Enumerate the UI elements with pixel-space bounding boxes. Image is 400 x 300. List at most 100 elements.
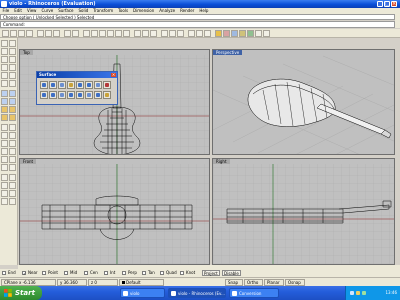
undo-icon[interactable]: [64, 30, 71, 37]
copy-object-icon[interactable]: [1, 132, 8, 139]
print-icon[interactable]: [26, 30, 33, 37]
shaded-icon[interactable]: [169, 30, 176, 37]
perspective-view-icon[interactable]: [150, 30, 157, 37]
surface-panel-close-icon[interactable]: ×: [111, 73, 116, 77]
four-viewports-icon[interactable]: [134, 30, 141, 37]
maximize-button[interactable]: □: [384, 1, 390, 7]
surface-revolve-icon[interactable]: [76, 81, 84, 89]
security-icon[interactable]: [356, 291, 360, 295]
environment-icon[interactable]: [239, 30, 246, 37]
surface-panel-title[interactable]: Surface: [37, 72, 117, 78]
surface-toolbar-panel[interactable]: Surface ×: [36, 71, 118, 105]
array-icon[interactable]: [1, 148, 8, 155]
osnap-point-checkbox[interactable]: [42, 271, 46, 275]
osnap-project-button[interactable]: Project: [202, 270, 220, 276]
trim-icon[interactable]: [9, 148, 16, 155]
paste-icon[interactable]: [53, 30, 60, 37]
status-layer[interactable]: Default: [119, 279, 164, 286]
ellipse-icon[interactable]: [9, 64, 16, 71]
grid-snap-icon[interactable]: [188, 30, 195, 37]
help-icon[interactable]: [263, 30, 270, 37]
point-icon[interactable]: [9, 40, 16, 47]
wireframe-icon[interactable]: [161, 30, 168, 37]
command-scrollbar[interactable]: [395, 14, 400, 28]
surface-fillet-icon[interactable]: [67, 91, 75, 99]
surface-blend-icon[interactable]: [58, 91, 66, 99]
taskbar-item-conversion[interactable]: Conversion: [229, 288, 279, 298]
layers-icon[interactable]: [196, 30, 203, 37]
select-icon[interactable]: [1, 40, 8, 47]
surface-network-icon[interactable]: [40, 91, 48, 99]
surface-sweep2-icon[interactable]: [94, 81, 102, 89]
osnap-int-checkbox[interactable]: [104, 271, 108, 275]
surface-extrude-icon[interactable]: [67, 81, 75, 89]
zoom-extents-icon[interactable]: [115, 30, 122, 37]
status-osnap-toggle[interactable]: Osnap: [285, 279, 305, 286]
material-icon[interactable]: [223, 30, 230, 37]
rectangle-icon[interactable]: [1, 72, 8, 79]
text-icon[interactable]: [1, 174, 8, 181]
clock[interactable]: 13:46: [385, 290, 397, 295]
copy-icon[interactable]: [45, 30, 52, 37]
cut-icon[interactable]: [37, 30, 44, 37]
loft-icon[interactable]: [1, 98, 8, 105]
viewport-front[interactable]: Front: [19, 158, 210, 265]
options-icon[interactable]: [255, 30, 262, 37]
osnap-disable-button[interactable]: Disable: [222, 270, 241, 276]
osnap-perp-checkbox[interactable]: [122, 271, 126, 275]
mesh-icon[interactable]: [1, 124, 8, 131]
curve-icon[interactable]: [1, 56, 8, 63]
extrude-icon[interactable]: [9, 90, 16, 97]
polyline-icon[interactable]: [9, 48, 16, 55]
split-icon[interactable]: [1, 156, 8, 163]
arc-icon[interactable]: [1, 64, 8, 71]
osnap-tan-checkbox[interactable]: [142, 271, 146, 275]
group-icon[interactable]: [1, 198, 8, 205]
dimension-icon[interactable]: [9, 174, 16, 181]
osnap-near-checkbox[interactable]: [22, 270, 26, 278]
taskbar-item-rhino[interactable]: violo - Rhinoceros (Ev...: [168, 288, 226, 298]
command-input[interactable]: Command:: [0, 21, 395, 28]
polygon-icon[interactable]: [9, 72, 16, 79]
explode-icon[interactable]: [1, 164, 8, 171]
surface-patch-icon[interactable]: [49, 91, 57, 99]
surface-edge-curves-icon[interactable]: [49, 81, 57, 89]
start-button[interactable]: Start: [0, 286, 42, 300]
surface-loft-icon[interactable]: [103, 81, 111, 89]
status-planar-toggle[interactable]: Planar: [264, 279, 284, 286]
new-file-icon[interactable]: [2, 30, 9, 37]
status-snap-toggle[interactable]: Snap: [225, 279, 243, 286]
distance-icon[interactable]: [9, 190, 16, 197]
box-icon[interactable]: [1, 106, 8, 113]
render-icon[interactable]: [177, 30, 184, 37]
rotate-view-icon[interactable]: [91, 30, 98, 37]
surface-corner-icon[interactable]: [1, 90, 8, 97]
properties-icon[interactable]: [204, 30, 211, 37]
rotate-icon[interactable]: [9, 132, 16, 139]
osnap-quad-checkbox[interactable]: [160, 271, 164, 275]
zoom-icon[interactable]: [99, 30, 106, 37]
scale-icon[interactable]: [1, 140, 8, 147]
surface-tools-icon[interactable]: [103, 91, 111, 99]
top-view-icon[interactable]: [142, 30, 149, 37]
block-icon[interactable]: [9, 198, 16, 205]
surface-planar-curves-icon[interactable]: [58, 81, 66, 89]
viewport-perspective[interactable]: Perspective: [212, 49, 395, 155]
viewport-right[interactable]: Right: [212, 158, 395, 265]
hide-icon[interactable]: [1, 182, 8, 189]
control-points-icon[interactable]: [9, 164, 16, 171]
close-button[interactable]: ×: [391, 1, 397, 7]
mirror-icon[interactable]: [9, 140, 16, 147]
osnap-mid-checkbox[interactable]: [64, 271, 68, 275]
surface-from-points-icon[interactable]: [40, 81, 48, 89]
surface-corner-points-icon[interactable]: [94, 91, 102, 99]
volume-icon[interactable]: [362, 291, 366, 295]
offset-curve-icon[interactable]: [9, 80, 16, 87]
fillet-curve-icon[interactable]: [1, 80, 8, 87]
zoom-selected-icon[interactable]: [123, 30, 130, 37]
boolean-union-icon[interactable]: [9, 114, 16, 121]
minimize-button[interactable]: _: [377, 1, 383, 7]
cylinder-icon[interactable]: [1, 114, 8, 121]
open-file-icon[interactable]: [10, 30, 17, 37]
join-icon[interactable]: [9, 156, 16, 163]
